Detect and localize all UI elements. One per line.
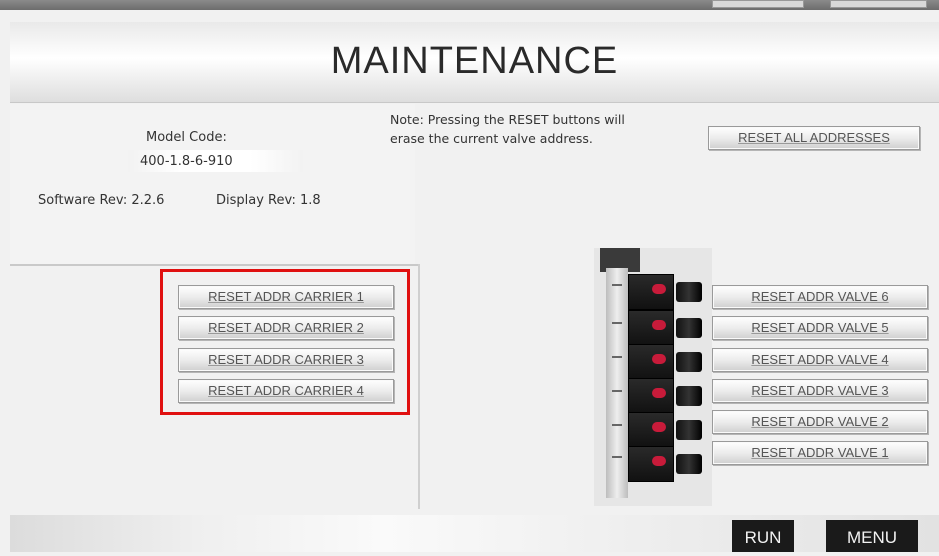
header-bar: MAINTENANCE — [10, 22, 939, 103]
reset-addr-valve-1-button[interactable]: RESET ADDR VALVE 1 — [712, 441, 928, 465]
reset-addr-valve-2-button[interactable]: RESET ADDR VALVE 2 — [712, 410, 928, 434]
top-strip — [0, 0, 939, 10]
model-code-value: 400-1.8-6-910 — [140, 154, 233, 169]
reset-addr-valve-3-button[interactable]: RESET ADDR VALVE 3 — [712, 379, 928, 403]
button-label: RESET ADDR VALVE 1 — [751, 445, 889, 460]
run-button[interactable]: RUN — [732, 520, 794, 552]
reset-note: Note: Pressing the RESET buttons will er… — [390, 110, 625, 148]
top-strip-tab-2 — [830, 0, 927, 8]
model-code-label: Model Code: — [146, 130, 227, 145]
button-label: RESET ADDR VALVE 2 — [751, 414, 889, 429]
page-title: MAINTENANCE — [330, 40, 619, 82]
carrier-buttons-highlight — [160, 269, 410, 415]
reset-all-addresses-label: RESET ALL ADDRESSES — [738, 130, 890, 145]
valve-manifold-image — [594, 248, 712, 506]
panel-divider-vertical — [418, 264, 420, 509]
info-panel — [10, 104, 415, 264]
button-label: RESET ADDR VALVE 5 — [751, 320, 889, 335]
reset-addr-valve-5-button[interactable]: RESET ADDR VALVE 5 — [712, 316, 928, 340]
button-label: RESET ADDR VALVE 6 — [751, 289, 889, 304]
panel-divider-horizontal — [10, 264, 420, 266]
bottom-bar — [10, 515, 939, 552]
note-line-2: erase the current valve address. — [390, 131, 593, 146]
button-label: RESET ADDR VALVE 4 — [751, 352, 889, 367]
display-rev: Display Rev: 1.8 — [216, 193, 321, 208]
button-label: RESET ADDR VALVE 3 — [751, 383, 889, 398]
reset-addr-valve-6-button[interactable]: RESET ADDR VALVE 6 — [712, 285, 928, 309]
software-rev: Software Rev: 2.2.6 — [38, 193, 165, 208]
reset-all-addresses-button[interactable]: RESET ALL ADDRESSES — [708, 126, 920, 150]
reset-addr-valve-4-button[interactable]: RESET ADDR VALVE 4 — [712, 348, 928, 372]
note-line-1: Note: Pressing the RESET buttons will — [390, 112, 625, 127]
top-strip-tab-1 — [712, 0, 804, 8]
menu-button[interactable]: MENU — [826, 520, 918, 552]
